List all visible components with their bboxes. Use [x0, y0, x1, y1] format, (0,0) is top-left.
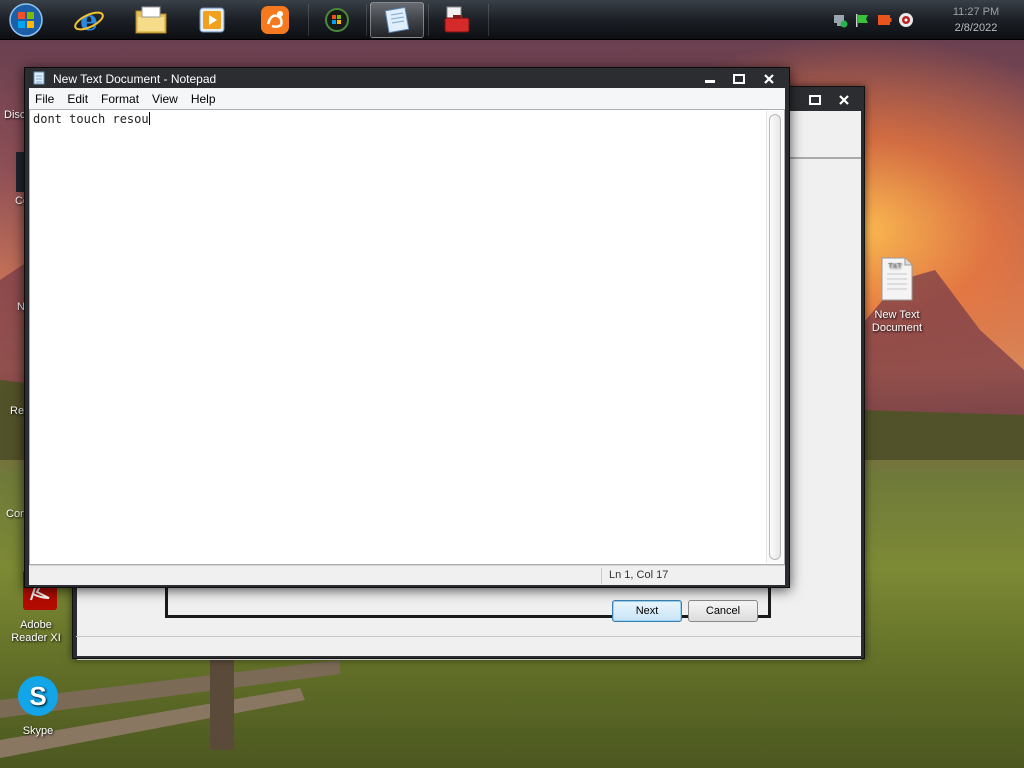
minimize-icon: [705, 79, 715, 83]
clock[interactable]: 11:27 PM 2/8/2022: [936, 4, 1016, 36]
close-icon: [839, 94, 849, 105]
minimize-button[interactable]: [697, 71, 723, 86]
taskbar-internet-explorer[interactable]: e: [62, 2, 116, 38]
uc-browser-icon: [261, 6, 289, 34]
flag-icon[interactable]: [854, 12, 870, 28]
notepad-icon: [33, 71, 45, 85]
clock-date: 2/8/2022: [954, 22, 998, 34]
desktop-icon-skype[interactable]: S Skype: [6, 674, 70, 738]
editor-content: dont touch resou: [33, 112, 150, 126]
power-icon[interactable]: [876, 12, 892, 28]
svg-text:TXT: TXT: [888, 263, 902, 270]
svg-text:e: e: [80, 4, 98, 36]
windows-logo-icon: [9, 3, 43, 37]
maximize-icon: [809, 94, 821, 105]
volume-icon[interactable]: [898, 12, 914, 28]
start-button[interactable]: [6, 1, 46, 39]
text-file-icon: TXT: [881, 257, 913, 301]
desktop-icon-new-text-document[interactable]: TXT New Text Document: [865, 256, 929, 335]
text-editor[interactable]: dont touch resou: [29, 109, 785, 565]
desktop-icon-label: New Text Document: [871, 309, 923, 334]
menu-format[interactable]: Format: [95, 92, 146, 106]
notepad-icon: [384, 6, 410, 34]
notepad-window[interactable]: New Text Document - Notepad File Edit Fo…: [24, 67, 790, 588]
internet-explorer-icon: e: [74, 4, 104, 36]
close-button[interactable]: [756, 71, 782, 86]
taskbar-windows-media-center[interactable]: [310, 2, 364, 38]
taskbar: e 11:27 PM 2/8/2022: [0, 0, 1024, 40]
scrollbar-thumb[interactable]: [769, 114, 781, 560]
taskbar-media-player[interactable]: [185, 2, 239, 38]
vertical-scrollbar[interactable]: [766, 111, 783, 563]
desktop-icon-label: Adobe Reader XI: [11, 619, 61, 644]
text-caret: [148, 112, 150, 125]
taskbar-notepad[interactable]: [370, 2, 424, 38]
desktop-icon-label: Skype: [22, 725, 54, 737]
close-icon: [764, 73, 774, 84]
windows-media-center-icon: [325, 8, 349, 32]
window-title: New Text Document - Notepad: [53, 72, 217, 86]
menu-view[interactable]: View: [146, 92, 185, 106]
clock-time: 11:27 PM: [952, 6, 1000, 18]
menu-file[interactable]: File: [29, 92, 61, 106]
menu-bar: File Edit Format View Help: [29, 88, 785, 109]
status-bar: Ln 1, Col 17: [29, 565, 785, 585]
network-icon[interactable]: [832, 12, 848, 28]
divider: [789, 157, 861, 159]
editor-text: dont touch resou: [33, 112, 149, 126]
media-player-icon: [199, 7, 225, 33]
toolbox-icon: [444, 6, 470, 33]
file-explorer-icon: [135, 6, 167, 34]
svg-text:S: S: [29, 681, 46, 711]
maximize-button[interactable]: [726, 71, 752, 86]
taskbar-toolbox[interactable]: [430, 2, 484, 38]
menu-help[interactable]: Help: [185, 92, 223, 106]
taskbar-file-explorer[interactable]: [124, 2, 178, 38]
status-separator: [601, 568, 602, 584]
menu-edit[interactable]: Edit: [61, 92, 95, 106]
cursor-position: Ln 1, Col 17: [609, 569, 669, 581]
skype-icon: S: [18, 676, 58, 716]
taskbar-uc-browser[interactable]: [248, 2, 302, 38]
cancel-button[interactable]: Cancel: [688, 600, 758, 622]
maximize-icon: [733, 73, 745, 84]
bg-maximize-button[interactable]: [802, 91, 828, 108]
bg-close-button[interactable]: [831, 91, 857, 108]
next-button[interactable]: Next: [612, 600, 682, 622]
system-tray: [832, 6, 914, 34]
